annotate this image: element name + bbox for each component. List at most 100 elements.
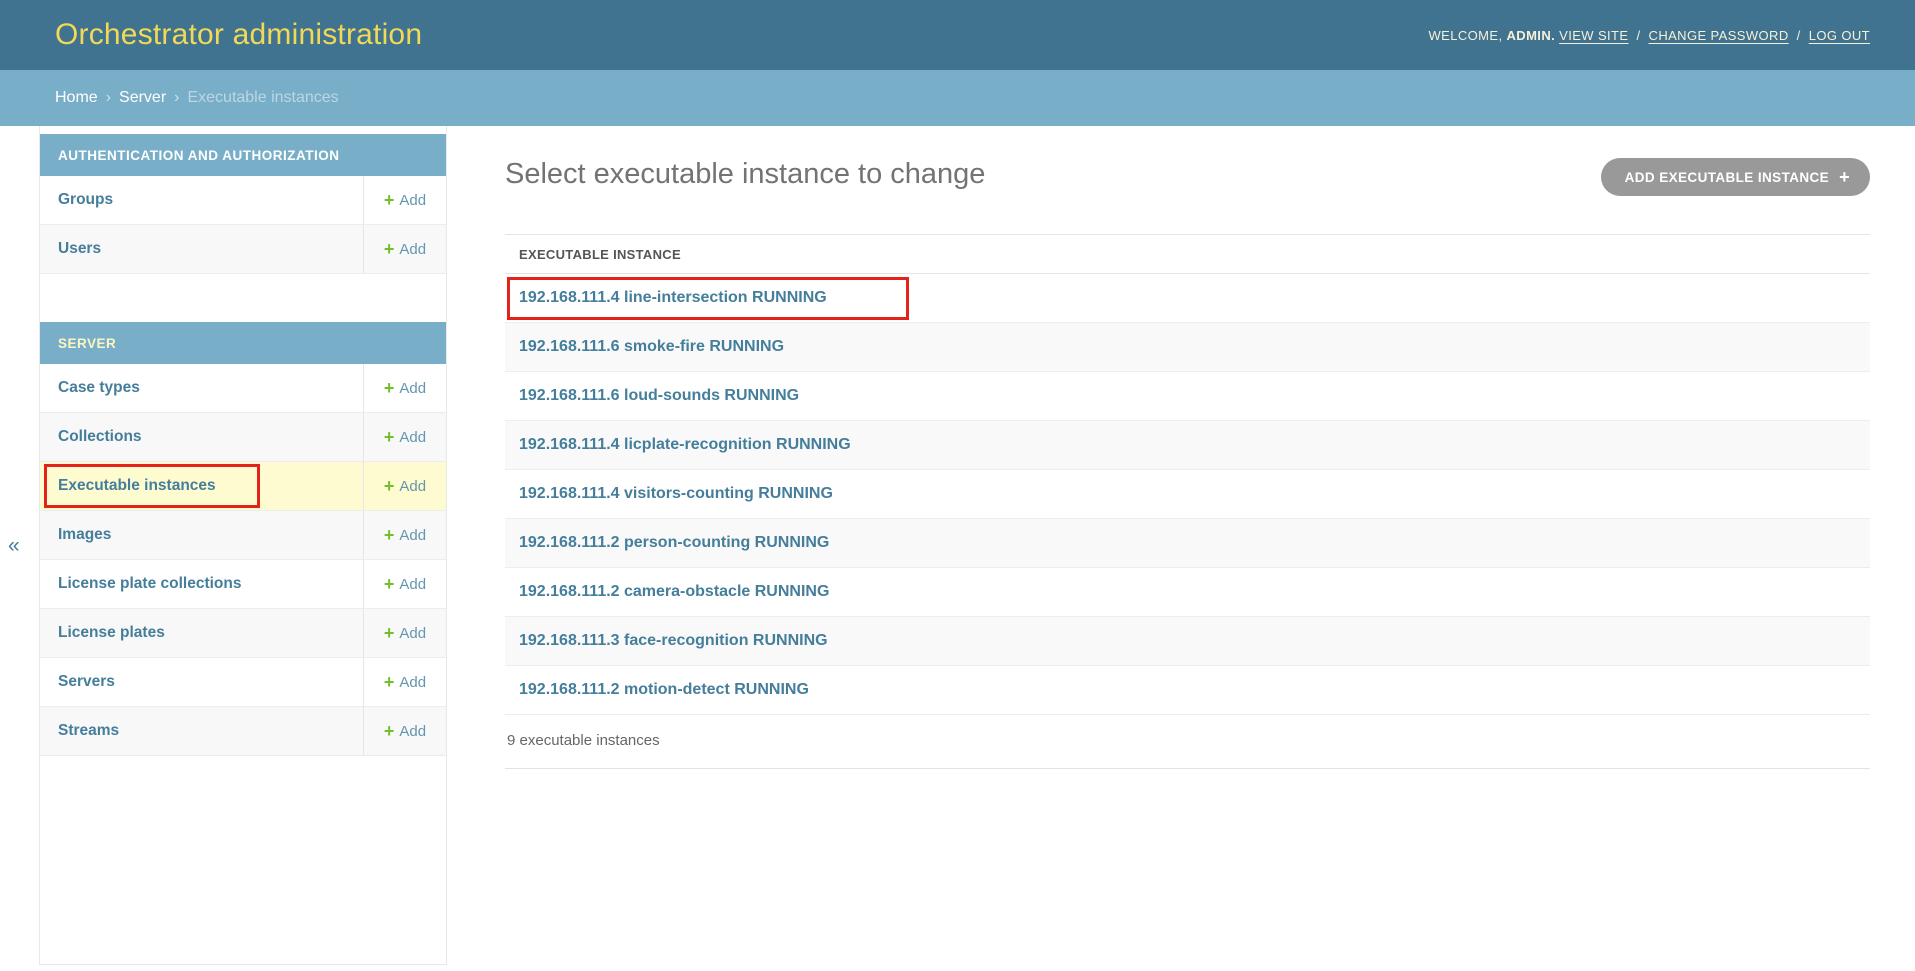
add-cell: +Add	[363, 364, 446, 412]
model-link-streams[interactable]: Streams	[58, 722, 119, 740]
instance-link-192-168-111-6-smoke-fire-running[interactable]: 192.168.111.6 smoke-fire RUNNING	[519, 338, 784, 356]
model-name-cell: Groups	[40, 176, 363, 224]
instance-link-192-168-111-4-licplate-recognition-running[interactable]: 192.168.111.4 licplate-recognition RUNNI…	[519, 436, 851, 454]
view-site-link[interactable]: VIEW SITE	[1559, 28, 1628, 43]
sidebar-item-case-types: Case types +Add	[40, 364, 446, 413]
instance-table: EXECUTABLE INSTANCE 192.168.111.4 line-i…	[505, 234, 1870, 769]
model-name-cell: Case types	[40, 364, 363, 412]
user-tools: WELCOME, ADMIN. VIEW SITE / CHANGE PASSW…	[1429, 28, 1871, 43]
model-link-servers[interactable]: Servers	[58, 673, 115, 691]
model-name-cell: Users	[40, 225, 363, 273]
instance-link-192-168-111-2-person-counting-running[interactable]: 192.168.111.2 person-counting RUNNING	[519, 534, 829, 552]
main-layout: « AUTHENTICATION AND AUTHORIZATION Group…	[0, 126, 1915, 971]
link-separator: /	[1797, 28, 1801, 43]
sidebar: AUTHENTICATION AND AUTHORIZATION Groups+…	[39, 126, 447, 965]
app-header: Orchestrator administration WELCOME, ADM…	[0, 0, 1915, 70]
link-separator: /	[1637, 28, 1641, 43]
add-link-executable-instances[interactable]: +Add	[384, 477, 426, 495]
sidebar-item-license-plates: License plates +Add	[40, 609, 446, 658]
instance-row: 192.168.111.2 motion-detect RUNNING	[505, 666, 1870, 715]
plus-icon: +	[384, 673, 395, 691]
breadcrumb-link-home[interactable]: Home	[55, 89, 98, 107]
add-cell: +Add	[363, 176, 446, 224]
welcome-text: WELCOME,	[1429, 28, 1503, 43]
add-cell: +Add	[363, 658, 446, 706]
add-link-streams[interactable]: +Add	[384, 722, 426, 740]
instance-link-192-168-111-4-line-intersection-running[interactable]: 192.168.111.4 line-intersection RUNNING	[519, 289, 827, 307]
add-link-images[interactable]: +Add	[384, 526, 426, 544]
add-link-case-types[interactable]: +Add	[384, 379, 426, 397]
model-name-cell: License plate collections	[40, 560, 363, 608]
sidebar-item-license-plate-collections: License plate collections +Add	[40, 560, 446, 609]
plus-icon: +	[384, 624, 395, 642]
module-caption-server: SERVER	[40, 322, 446, 364]
main-content: Select executable instance to change ADD…	[447, 126, 1915, 971]
add-cell: +Add	[363, 462, 446, 510]
add-link-license-plate-collections[interactable]: +Add	[384, 575, 426, 593]
column-header-executable-instance[interactable]: EXECUTABLE INSTANCE	[505, 234, 1870, 274]
instance-link-192-168-111-6-loud-sounds-running[interactable]: 192.168.111.6 loud-sounds RUNNING	[519, 387, 799, 405]
breadcrumb-separator: ›	[174, 89, 179, 107]
module-items-server: Case types+AddCollections+AddExecutable …	[40, 364, 446, 756]
model-link-users[interactable]: Users	[58, 240, 101, 258]
model-link-images[interactable]: Images	[58, 526, 111, 544]
sidebar-item-images: Images +Add	[40, 511, 446, 560]
instance-row: 192.168.111.3 face-recognition RUNNING	[505, 617, 1870, 666]
add-link-users[interactable]: +Add	[384, 240, 426, 258]
instance-link-192-168-111-2-motion-detect-running[interactable]: 192.168.111.2 motion-detect RUNNING	[519, 681, 809, 699]
plus-icon: +	[384, 240, 395, 258]
add-cell: +Add	[363, 413, 446, 461]
add-button-label: ADD EXECUTABLE INSTANCE	[1625, 170, 1829, 185]
model-link-executable-instances[interactable]: Executable instances	[58, 477, 216, 495]
collapse-sidebar-button[interactable]: «	[8, 534, 20, 558]
add-cell: +Add	[363, 707, 446, 755]
add-label: Add	[399, 429, 426, 446]
site-title-link[interactable]: Orchestrator administration	[55, 18, 422, 52]
sidebar-item-executable-instances: Executable instances +Add	[40, 462, 446, 511]
model-link-license-plate-collections[interactable]: License plate collections	[58, 575, 241, 593]
breadcrumb-separator: ›	[106, 89, 111, 107]
model-name-cell: License plates	[40, 609, 363, 657]
add-cell: +Add	[363, 560, 446, 608]
plus-icon: +	[384, 379, 395, 397]
breadcrumb-link-server[interactable]: Server	[119, 89, 166, 107]
plus-icon: +	[1839, 167, 1850, 188]
model-name-cell: Collections	[40, 413, 363, 461]
add-executable-instance-button[interactable]: ADD EXECUTABLE INSTANCE +	[1601, 158, 1870, 196]
sidebar-item-streams: Streams +Add	[40, 707, 446, 756]
logout-link[interactable]: LOG OUT	[1809, 28, 1870, 43]
instance-row: 192.168.111.4 visitors-counting RUNNING	[505, 470, 1870, 519]
add-link-groups[interactable]: +Add	[384, 191, 426, 209]
sidebar-item-groups: Groups +Add	[40, 176, 446, 225]
model-link-groups[interactable]: Groups	[58, 191, 113, 209]
instance-link-192-168-111-4-visitors-counting-running[interactable]: 192.168.111.4 visitors-counting RUNNING	[519, 485, 833, 503]
model-link-collections[interactable]: Collections	[58, 428, 142, 446]
model-name-cell: Streams	[40, 707, 363, 755]
add-link-license-plates[interactable]: +Add	[384, 624, 426, 642]
instance-link-192-168-111-3-face-recognition-running[interactable]: 192.168.111.3 face-recognition RUNNING	[519, 632, 828, 650]
result-count: 9 executable instances	[505, 715, 1870, 769]
add-link-collections[interactable]: +Add	[384, 428, 426, 446]
instance-row: 192.168.111.2 camera-obstacle RUNNING	[505, 568, 1870, 617]
breadcrumb-current: Executable instances	[187, 89, 338, 107]
add-label: Add	[399, 674, 426, 691]
add-label: Add	[399, 527, 426, 544]
add-link-servers[interactable]: +Add	[384, 673, 426, 691]
model-name-cell: Images	[40, 511, 363, 559]
add-cell: +Add	[363, 511, 446, 559]
plus-icon: +	[384, 477, 395, 495]
plus-icon: +	[384, 191, 395, 209]
model-name-cell: Executable instances	[40, 462, 363, 510]
add-label: Add	[399, 576, 426, 593]
instance-link-192-168-111-2-camera-obstacle-running[interactable]: 192.168.111.2 camera-obstacle RUNNING	[519, 583, 829, 601]
model-link-case-types[interactable]: Case types	[58, 379, 140, 397]
model-link-license-plates[interactable]: License plates	[58, 624, 165, 642]
plus-icon: +	[384, 526, 395, 544]
change-password-link[interactable]: CHANGE PASSWORD	[1649, 28, 1789, 43]
add-label: Add	[399, 723, 426, 740]
instance-row: 192.168.111.4 line-intersection RUNNING	[505, 274, 1870, 323]
add-label: Add	[399, 241, 426, 258]
add-cell: +Add	[363, 609, 446, 657]
plus-icon: +	[384, 575, 395, 593]
instance-row: 192.168.111.4 licplate-recognition RUNNI…	[505, 421, 1870, 470]
